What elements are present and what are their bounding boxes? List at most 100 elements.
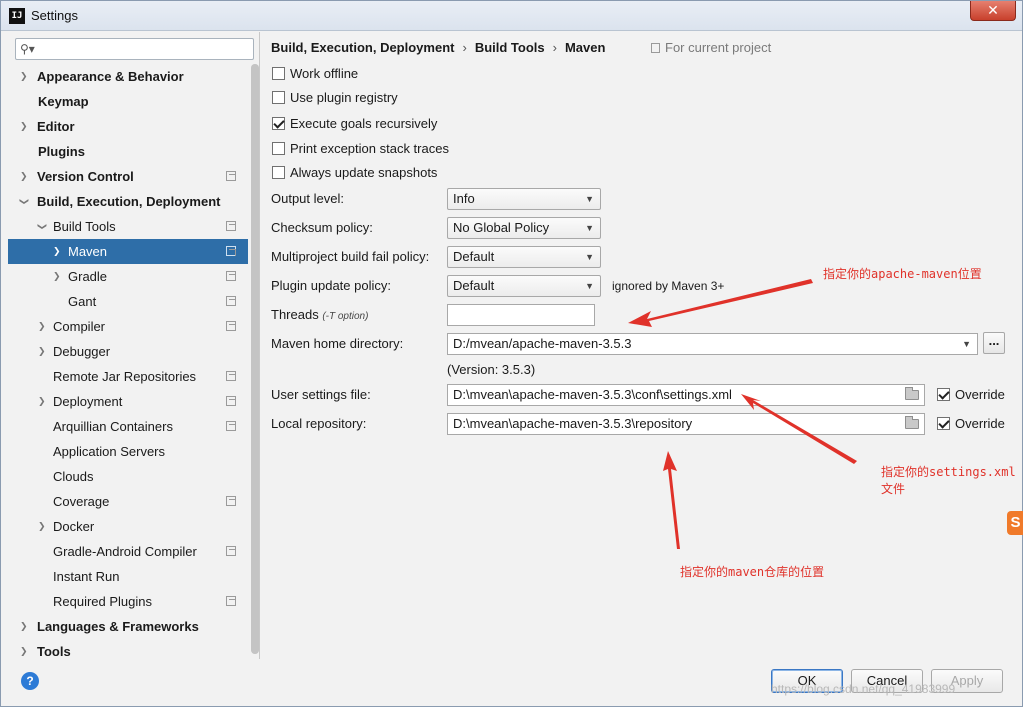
tree-item-build-tools[interactable]: ❯ Build Tools bbox=[8, 214, 248, 239]
tree-item-build-execution-deployment[interactable]: ❯ Build, Execution, Deployment bbox=[8, 189, 248, 214]
tree-item-deployment[interactable]: ❯ Deployment bbox=[8, 389, 248, 414]
chevron-right-icon: ❯ bbox=[20, 71, 28, 81]
search-icon: ⚲▾ bbox=[20, 42, 35, 56]
user-settings-input[interactable]: D:\mvean\apache-maven-3.5.3\conf\setting… bbox=[447, 384, 925, 406]
checksum-policy-select[interactable]: No Global Policy ▼ bbox=[447, 217, 601, 239]
search-input[interactable] bbox=[42, 40, 250, 58]
annotation-repository: 指定你的maven仓库的位置 bbox=[680, 565, 825, 579]
threads-input[interactable] bbox=[447, 304, 595, 326]
checkbox-label: Print exception stack traces bbox=[290, 141, 449, 156]
tree-item-label: Coverage bbox=[53, 494, 110, 509]
tree-item-label: Build, Execution, Deployment bbox=[37, 194, 221, 209]
tree-item-label: Deployment bbox=[53, 394, 123, 409]
tree-item-label: Gradle bbox=[68, 269, 108, 284]
annotation-maven-home: 指定你的apache-maven位置 bbox=[823, 267, 982, 281]
tree-item-label: Editor bbox=[37, 119, 75, 134]
project-scope-icon bbox=[226, 321, 236, 331]
tree-item-version-control[interactable]: ❯ Version Control bbox=[8, 164, 248, 189]
scrollbar-thumb[interactable] bbox=[251, 64, 259, 654]
maven-home-input[interactable]: D:/mvean/apache-maven-3.5.3 ▼ bbox=[447, 333, 978, 355]
window-title: Settings bbox=[31, 8, 78, 23]
tree-item-compiler[interactable]: ❯ Compiler bbox=[8, 314, 248, 339]
threads-hint: (-T option) bbox=[322, 311, 369, 322]
tree-item-maven[interactable]: ❯ Maven bbox=[8, 239, 248, 264]
checkbox-label: Override bbox=[955, 416, 1005, 431]
breadcrumb-item: Build Tools bbox=[474, 40, 545, 55]
chevron-down-icon: ▼ bbox=[585, 281, 594, 291]
tree-item-application-servers[interactable]: Application Servers bbox=[8, 439, 248, 464]
plugin-update-policy-select[interactable]: Default ▼ bbox=[447, 275, 601, 297]
watermark: https://blog.csdn.net/qq_41983999 bbox=[771, 682, 956, 696]
tree-item-gradle-android-compiler[interactable]: Gradle-Android Compiler bbox=[8, 539, 248, 564]
select-value: Info bbox=[453, 191, 475, 206]
tree-item-plugins[interactable]: Plugins bbox=[8, 139, 248, 164]
chevron-right-icon: ❯ bbox=[20, 171, 28, 181]
sidebar-scrollbar[interactable] bbox=[251, 64, 259, 654]
tree-item-required-plugins[interactable]: Required Plugins bbox=[8, 589, 248, 614]
local-repository-input[interactable]: D:\mvean\apache-maven-3.5.3\repository bbox=[447, 413, 925, 435]
maven-version-text: (Version: 3.5.3) bbox=[447, 362, 536, 377]
tree-item-gradle[interactable]: ❯ Gradle bbox=[8, 264, 248, 289]
tree-item-coverage[interactable]: Coverage bbox=[8, 489, 248, 514]
breadcrumb-item: Maven bbox=[564, 40, 606, 55]
tree-item-label: Compiler bbox=[53, 319, 106, 334]
chevron-right-icon: ❯ bbox=[20, 621, 28, 631]
plugin-update-note: ignored by Maven 3+ bbox=[612, 279, 725, 293]
tree-item-instant-run[interactable]: Instant Run bbox=[8, 564, 248, 589]
checksum-policy-label: Checksum policy: bbox=[271, 220, 373, 235]
project-scope-icon bbox=[226, 221, 236, 231]
folder-icon[interactable] bbox=[905, 416, 919, 429]
execute-goals-recursively-checkbox[interactable] bbox=[272, 117, 285, 130]
tree-item-editor[interactable]: ❯ Editor bbox=[8, 114, 248, 139]
checkbox-label: Override bbox=[955, 387, 1005, 402]
threads-label-text: Threads bbox=[271, 307, 319, 322]
project-scope-icon bbox=[226, 546, 236, 556]
tree-item-label: Arquillian Containers bbox=[53, 419, 173, 434]
project-scope-icon bbox=[226, 371, 236, 381]
chevron-down-icon: ❯ bbox=[19, 197, 30, 206]
chevron-right-icon: ❯ bbox=[53, 246, 61, 256]
project-scope-icon bbox=[226, 496, 236, 506]
project-scope-icon bbox=[226, 296, 236, 306]
work-offline-checkbox[interactable] bbox=[272, 67, 285, 80]
help-button[interactable]: ? bbox=[21, 672, 39, 690]
print-exception-stack-traces-checkbox[interactable] bbox=[272, 142, 285, 155]
tree-item-label: Appearance & Behavior bbox=[37, 69, 184, 84]
output-level-label: Output level: bbox=[271, 191, 344, 206]
tree-item-label: Instant Run bbox=[53, 569, 120, 584]
use-plugin-registry-checkbox[interactable] bbox=[272, 91, 285, 104]
project-scope-icon bbox=[226, 596, 236, 606]
tree-item-label: Build Tools bbox=[53, 219, 116, 234]
tree-item-tools[interactable]: ❯ Tools bbox=[8, 639, 248, 664]
settings-search[interactable]: ⚲▾ bbox=[15, 38, 254, 60]
plugin-update-policy-label: Plugin update policy: bbox=[271, 278, 391, 293]
close-button[interactable]: ✕ bbox=[970, 1, 1016, 21]
tree-item-debugger[interactable]: ❯ Debugger bbox=[8, 339, 248, 364]
tree-item-appearance-behavior[interactable]: ❯ Appearance & Behavior bbox=[8, 64, 248, 89]
tree-item-remote-jar-repositories[interactable]: Remote Jar Repositories bbox=[8, 364, 248, 389]
breadcrumb: Build, Execution, Deployment › Build Tools… bbox=[271, 40, 605, 55]
multiproject-fail-policy-select[interactable]: Default ▼ bbox=[447, 246, 601, 268]
local-repository-override-checkbox[interactable] bbox=[937, 417, 950, 430]
maven-home-value: D:/mvean/apache-maven-3.5.3 bbox=[453, 336, 632, 351]
checkbox-label: Use plugin registry bbox=[290, 90, 398, 105]
tree-item-label: Maven bbox=[68, 244, 108, 259]
tree-item-label: Keymap bbox=[38, 94, 89, 109]
tree-item-languages-frameworks[interactable]: ❯ Languages & Frameworks bbox=[8, 614, 248, 639]
tree-item-keymap[interactable]: Keymap bbox=[8, 89, 248, 114]
maven-home-browse-button[interactable]: ... bbox=[983, 332, 1005, 354]
tree-item-label: Clouds bbox=[53, 469, 94, 484]
chevron-down-icon: ▼ bbox=[585, 252, 594, 262]
folder-icon[interactable] bbox=[905, 387, 919, 400]
tree-item-arquillian-containers[interactable]: Arquillian Containers bbox=[8, 414, 248, 439]
tree-item-clouds[interactable]: Clouds bbox=[8, 464, 248, 489]
tree-item-docker[interactable]: ❯ Docker bbox=[8, 514, 248, 539]
project-scope-icon bbox=[226, 421, 236, 431]
always-update-snapshots-checkbox[interactable] bbox=[272, 166, 285, 179]
tree-item-gant[interactable]: Gant bbox=[8, 289, 248, 314]
output-level-select[interactable]: Info ▼ bbox=[447, 188, 601, 210]
tree-item-label: Remote Jar Repositories bbox=[53, 369, 197, 384]
chevron-down-icon: ▼ bbox=[585, 223, 594, 233]
tree-item-label: Version Control bbox=[37, 169, 134, 184]
user-settings-override-checkbox[interactable] bbox=[937, 388, 950, 401]
